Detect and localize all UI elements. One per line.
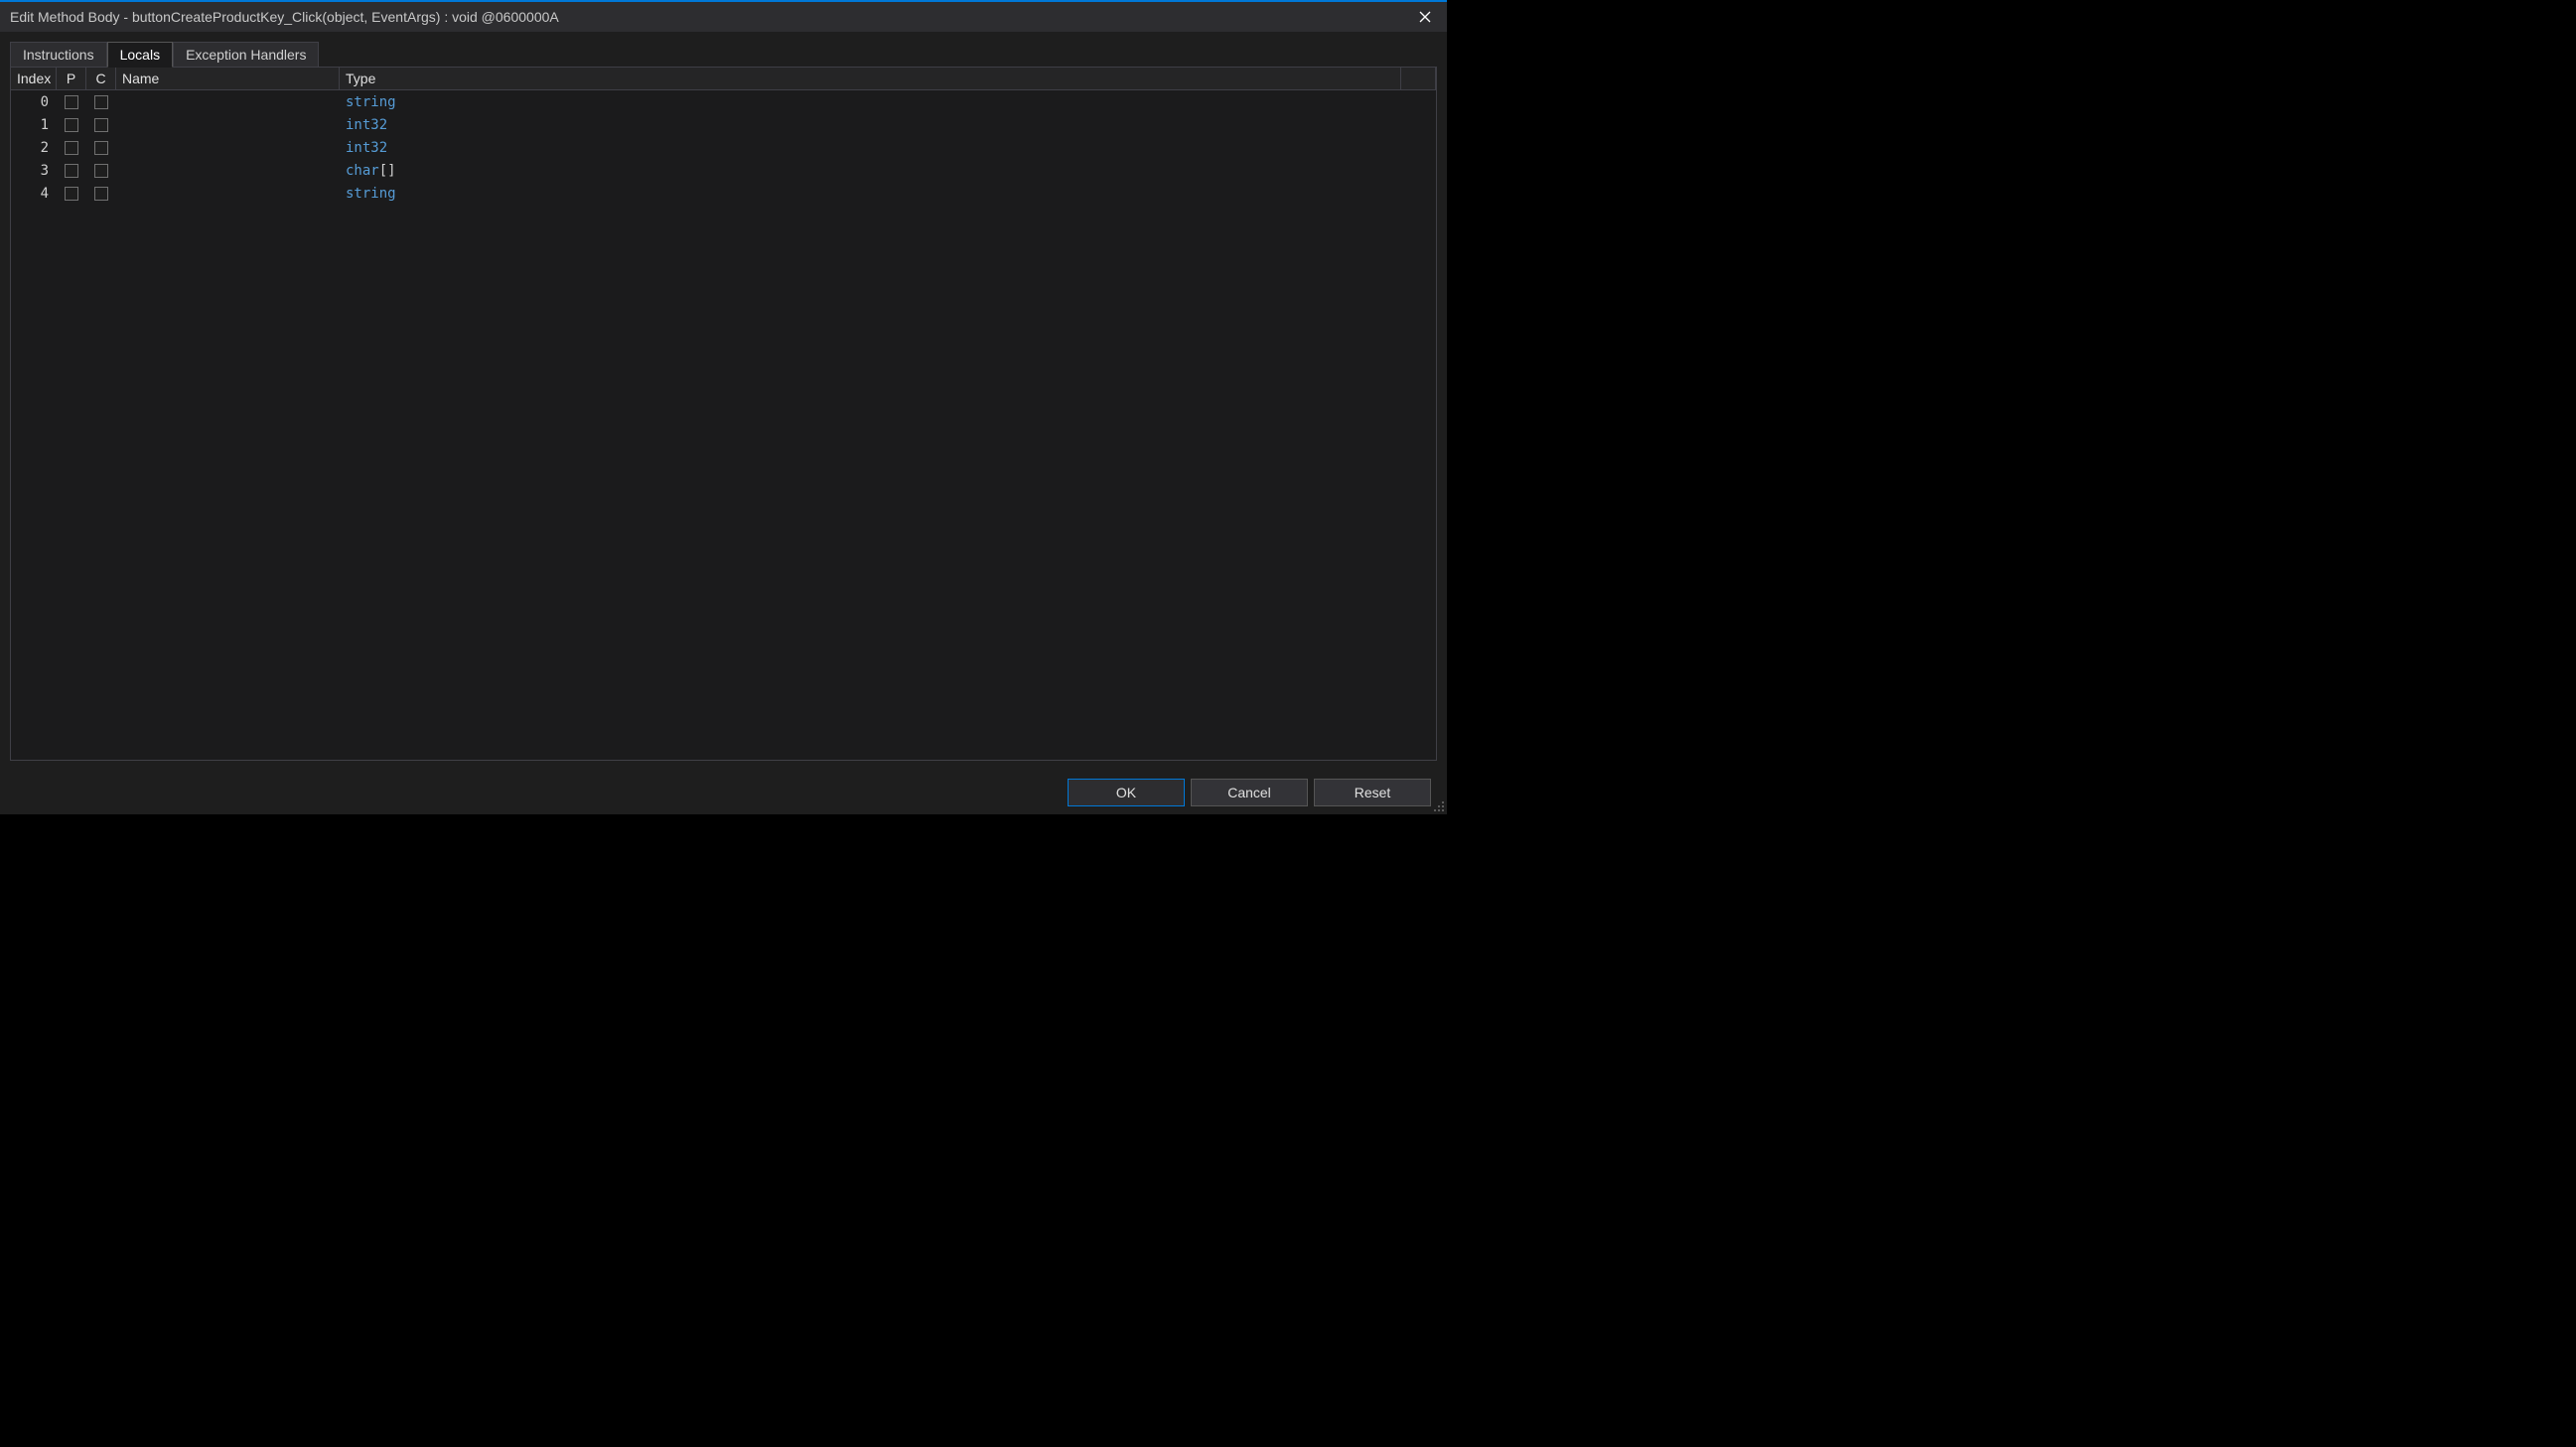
resize-grip-icon (1431, 798, 1445, 812)
cell-p (57, 139, 86, 157)
locals-table: Index P C Name Type 0string1int322int323… (10, 67, 1437, 761)
cell-p (57, 93, 86, 111)
checkbox-p[interactable] (65, 164, 78, 178)
titlebar: Edit Method Body - buttonCreateProductKe… (0, 2, 1447, 32)
titlebar-title: Edit Method Body - buttonCreateProductKe… (10, 9, 559, 25)
close-icon (1419, 11, 1431, 23)
cell-p (57, 116, 86, 134)
col-header-name[interactable]: Name (116, 68, 340, 89)
col-header-type[interactable]: Type (340, 68, 1401, 89)
table-row[interactable]: 4 string (11, 182, 1436, 205)
close-button[interactable] (1402, 2, 1447, 32)
ok-button[interactable]: OK (1068, 779, 1185, 806)
cell-index: 3 (11, 161, 57, 181)
checkbox-c[interactable] (94, 141, 108, 155)
reset-button[interactable]: Reset (1314, 779, 1431, 806)
tab-locals[interactable]: Locals (107, 42, 173, 68)
cell-name[interactable] (116, 192, 340, 196)
cell-type[interactable]: int32 (340, 138, 1436, 158)
cell-index: 2 (11, 138, 57, 158)
cell-type[interactable]: string (340, 92, 1436, 112)
cell-name[interactable] (116, 123, 340, 127)
table-row[interactable]: 0 string (11, 90, 1436, 113)
dialog-window: Edit Method Body - buttonCreateProductKe… (0, 0, 1447, 814)
col-header-tail (1401, 68, 1436, 89)
checkbox-p[interactable] (65, 118, 78, 132)
cell-type[interactable]: int32 (340, 115, 1436, 135)
cell-index: 1 (11, 115, 57, 135)
cell-index: 4 (11, 184, 57, 204)
cell-c (86, 139, 116, 157)
checkbox-c[interactable] (94, 118, 108, 132)
cell-c (86, 162, 116, 180)
checkbox-p[interactable] (65, 141, 78, 155)
cancel-button[interactable]: Cancel (1191, 779, 1308, 806)
cell-type[interactable]: string (340, 184, 1436, 204)
checkbox-c[interactable] (94, 164, 108, 178)
table-header-row: Index P C Name Type (11, 68, 1436, 90)
checkbox-c[interactable] (94, 95, 108, 109)
cell-name[interactable] (116, 146, 340, 150)
tab-instructions[interactable]: Instructions (10, 42, 107, 68)
cell-name[interactable] (116, 169, 340, 173)
cell-name[interactable] (116, 100, 340, 104)
cell-c (86, 116, 116, 134)
resize-grip[interactable] (1431, 798, 1445, 812)
cell-p (57, 162, 86, 180)
tabstrip: Instructions Locals Exception Handlers (0, 32, 1447, 68)
cell-type[interactable]: char[] (340, 161, 1436, 181)
table-row[interactable]: 3 char[] (11, 159, 1436, 182)
cell-index: 0 (11, 92, 57, 112)
table-body[interactable]: 0 string 1 int32 2 int32 3 char[] 4 string (11, 90, 1436, 760)
col-header-index[interactable]: Index (11, 68, 57, 89)
checkbox-p[interactable] (65, 187, 78, 201)
table-row[interactable]: 1 int32 (11, 113, 1436, 136)
col-header-p[interactable]: P (57, 68, 86, 89)
cell-p (57, 185, 86, 203)
checkbox-p[interactable] (65, 95, 78, 109)
cell-c (86, 185, 116, 203)
tab-exception-handlers[interactable]: Exception Handlers (173, 42, 319, 68)
table-row[interactable]: 2 int32 (11, 136, 1436, 159)
cell-c (86, 93, 116, 111)
dialog-footer: OK Cancel Reset (0, 771, 1447, 814)
col-header-c[interactable]: C (86, 68, 116, 89)
checkbox-c[interactable] (94, 187, 108, 201)
